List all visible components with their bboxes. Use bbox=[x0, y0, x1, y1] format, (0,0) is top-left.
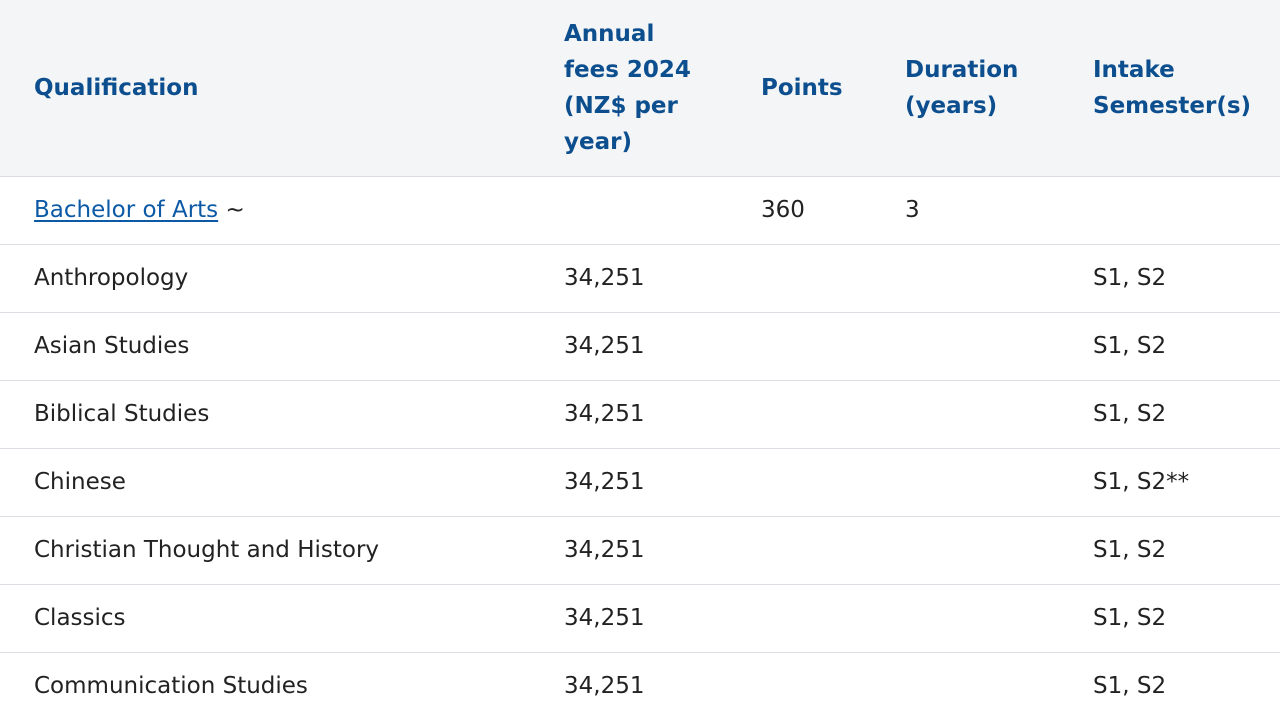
header-intake: Intake Semester(s) bbox=[1059, 0, 1280, 177]
header-duration-label: Duration (years) bbox=[905, 56, 1019, 119]
subject-cell: Classics bbox=[0, 584, 530, 653]
intake-cell: S1, S2 bbox=[1059, 244, 1280, 313]
header-qualification: Qualification bbox=[0, 0, 530, 177]
header-fees: Annual fees 2024 (NZ$ per year) bbox=[530, 0, 727, 177]
header-row: Qualification Annual fees 2024 (NZ$ per … bbox=[0, 0, 1280, 177]
duration-cell bbox=[871, 584, 1059, 653]
intake-cell: S1, S2 bbox=[1059, 380, 1280, 449]
programme-suffix: ~ bbox=[218, 197, 245, 223]
intake-cell: S1, S2 bbox=[1059, 516, 1280, 585]
fee-cell: 34,251 bbox=[530, 312, 727, 381]
subject-cell: Christian Thought and History bbox=[0, 516, 530, 585]
fees-table-container: Qualification Annual fees 2024 (NZ$ per … bbox=[0, 0, 1280, 719]
duration-cell bbox=[871, 380, 1059, 449]
programme-fee-cell bbox=[530, 176, 727, 245]
header-duration: Duration (years) bbox=[871, 0, 1059, 177]
fee-cell: 34,251 bbox=[530, 516, 727, 585]
bachelor-of-arts-link[interactable]: Bachelor of Arts bbox=[34, 197, 218, 223]
points-cell bbox=[727, 448, 871, 517]
table-row: Biblical Studies 34,251 S1, S2 bbox=[0, 380, 1280, 449]
table-row: Classics 34,251 S1, S2 bbox=[0, 584, 1280, 653]
fees-table: Qualification Annual fees 2024 (NZ$ per … bbox=[0, 0, 1280, 719]
duration-cell bbox=[871, 448, 1059, 517]
duration-cell bbox=[871, 516, 1059, 585]
table-header: Qualification Annual fees 2024 (NZ$ per … bbox=[0, 0, 1280, 177]
duration-cell bbox=[871, 244, 1059, 313]
intake-cell: S1, S2 bbox=[1059, 584, 1280, 653]
header-points: Points bbox=[727, 0, 871, 177]
subject-cell: Communication Studies bbox=[0, 652, 530, 719]
intake-cell: S1, S2 bbox=[1059, 652, 1280, 719]
fee-cell: 34,251 bbox=[530, 244, 727, 313]
subject-cell: Asian Studies bbox=[0, 312, 530, 381]
table-row: Asian Studies 34,251 S1, S2 bbox=[0, 312, 1280, 381]
points-cell bbox=[727, 584, 871, 653]
duration-cell bbox=[871, 312, 1059, 381]
points-cell bbox=[727, 380, 871, 449]
header-fees-label: Annual fees 2024 (NZ$ per year) bbox=[564, 20, 691, 155]
intake-cell: S1, S2 bbox=[1059, 312, 1280, 381]
fee-cell: 34,251 bbox=[530, 652, 727, 719]
subject-cell: Biblical Studies bbox=[0, 380, 530, 449]
points-cell bbox=[727, 516, 871, 585]
table-row: Communication Studies 34,251 S1, S2 bbox=[0, 652, 1280, 719]
points-cell bbox=[727, 312, 871, 381]
points-cell bbox=[727, 652, 871, 719]
table-row: Chinese 34,251 S1, S2** bbox=[0, 448, 1280, 517]
table-row: Christian Thought and History 34,251 S1,… bbox=[0, 516, 1280, 585]
fee-cell: 34,251 bbox=[530, 380, 727, 449]
table-body: Bachelor of Arts ~ 360 3 Anthropology 34… bbox=[0, 176, 1280, 719]
points-cell bbox=[727, 244, 871, 313]
fee-cell: 34,251 bbox=[530, 584, 727, 653]
intake-cell: S1, S2** bbox=[1059, 448, 1280, 517]
programme-points-cell: 360 bbox=[727, 176, 871, 245]
programme-intake-cell bbox=[1059, 176, 1280, 245]
programme-row: Bachelor of Arts ~ 360 3 bbox=[0, 176, 1280, 245]
programme-cell: Bachelor of Arts ~ bbox=[0, 176, 530, 245]
header-intake-label: Intake Semester(s) bbox=[1093, 56, 1252, 119]
fee-cell: 34,251 bbox=[530, 448, 727, 517]
duration-cell bbox=[871, 652, 1059, 719]
subject-cell: Chinese bbox=[0, 448, 530, 517]
subject-cell: Anthropology bbox=[0, 244, 530, 313]
table-row: Anthropology 34,251 S1, S2 bbox=[0, 244, 1280, 313]
programme-duration-cell: 3 bbox=[871, 176, 1059, 245]
